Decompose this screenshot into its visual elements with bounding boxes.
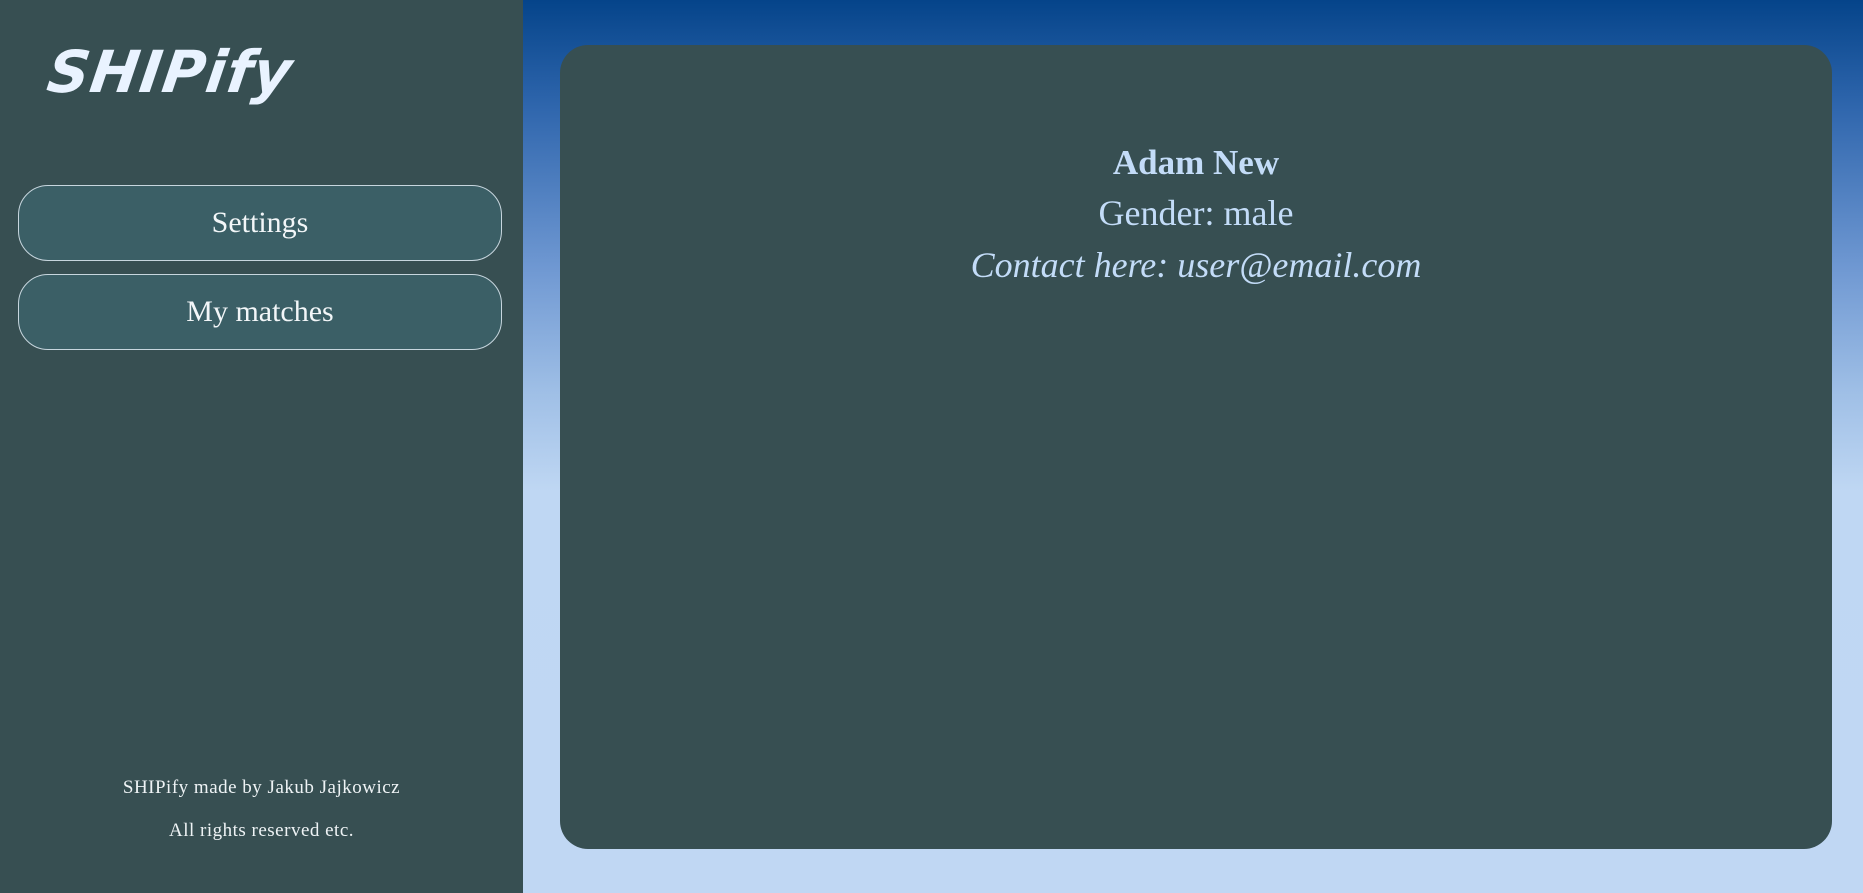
profile-card: Adam New Gender: male Contact here: user… — [560, 45, 1832, 849]
sidebar-item-settings[interactable]: Settings — [18, 185, 502, 261]
footer-rights: All rights reserved etc. — [168, 820, 355, 841]
profile-contact: Contact here: user@email.com — [970, 245, 1422, 285]
profile-name: Adam New — [1112, 143, 1280, 182]
footer-credit: SHIPify made by Jakub Jajkowicz — [122, 777, 401, 798]
sidebar-item-label: Settings — [211, 206, 309, 239]
app-logo[interactable]: SHIPify — [43, 38, 297, 106]
profile-gender: Gender: male — [1098, 193, 1294, 233]
sidebar: SHIPify Settings My matches SHIPify made… — [0, 0, 523, 893]
sidebar-item-label: My matches — [186, 295, 334, 328]
sidebar-item-my-matches[interactable]: My matches — [18, 274, 502, 350]
